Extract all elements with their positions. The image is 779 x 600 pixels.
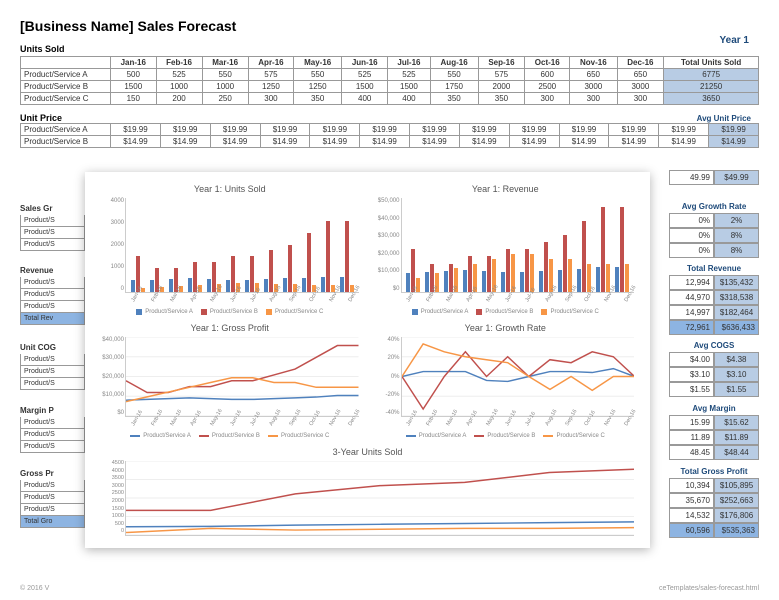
- section-unit-price: Unit Price: [20, 113, 62, 123]
- chart-3year: 3-Year Units Sold 4500400035003000250020…: [97, 447, 638, 536]
- year-label: Year 1: [720, 35, 749, 46]
- units-sold-table: Jan-16Feb-16Mar-16Apr-16May-16Jun-16Jul-…: [20, 56, 759, 105]
- table-row: Product/Service B$14.99$14.99$14.99$14.9…: [21, 136, 759, 148]
- right-strip-margin: Avg Margin 15.99$15.62 11.89$11.89 48.45…: [669, 400, 759, 460]
- left-stub-margin: Margin P Product/S Product/S Product/S: [20, 400, 85, 453]
- table-row: Product/Service A50052555057555052552555…: [21, 69, 759, 81]
- unit-price-table: Product/Service A$19.99$19.99$19.99$19.9…: [20, 123, 759, 148]
- chart-units-sold: Year 1: Units Sold 40003000200010000 Jan…: [97, 184, 363, 315]
- left-stub-revenue: Revenue Product/S Product/S Product/S To…: [20, 260, 85, 325]
- left-stub-salesgrowth: Sales Gr Product/S Product/S Product/S: [20, 198, 85, 251]
- chart-gross-profit: Year 1: Gross Profit $40,000$30,000$20,0…: [97, 323, 363, 439]
- right-strip-gp: Total Gross Profit 10,394$105,895 35,670…: [669, 463, 759, 538]
- right-strip-revenue: Total Revenue 12,994$135,432 44,970$318,…: [669, 260, 759, 335]
- right-strip-growth: Avg Growth Rate 0%2% 0%8% 0%8%: [669, 198, 759, 258]
- chart-growth-rate: Year 1: Growth Rate 40%20%0%-20%-40% Jan…: [373, 323, 639, 439]
- table-row: Product/Service A$19.99$19.99$19.99$19.9…: [21, 124, 759, 136]
- table-row: Product/Service C15020025030035040040035…: [21, 93, 759, 105]
- section-units-sold: Units Sold: [20, 44, 759, 54]
- footer: © 2016 VceTemplates/sales-forecast.html: [20, 585, 759, 592]
- avg-unit-price-label: Avg Unit Price: [697, 114, 751, 123]
- right-strip-cogs: Avg COGS $4.00$4.38 $3.10$3.10 $1.55$1.5…: [669, 337, 759, 397]
- page-title: [Business Name] Sales Forecast: [20, 18, 759, 34]
- chart-revenue: Year 1: Revenue $50,000$40,000$30,000$20…: [373, 184, 639, 315]
- left-stub-gp: Gross Pr Product/S Product/S Product/S T…: [20, 463, 85, 528]
- charts-panel: Year 1: Units Sold 40003000200010000 Jan…: [85, 172, 650, 548]
- left-stub-cogs: Unit COG Product/S Product/S Product/S: [20, 337, 85, 390]
- table-row: Product/Service B15001000100012501250150…: [21, 81, 759, 93]
- right-strip-third-price: 49.99$49.99: [669, 170, 759, 185]
